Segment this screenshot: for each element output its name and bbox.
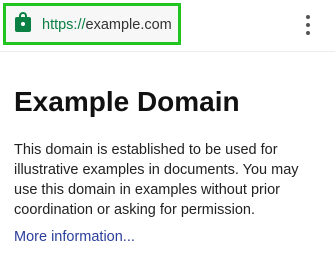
lock-icon[interactable] — [15, 12, 31, 32]
url-bar[interactable]: https://example.com — [3, 3, 181, 45]
url-scheme: https:// — [42, 17, 86, 33]
description-line: This domain is established to be used fo… — [14, 142, 278, 158]
more-information-link[interactable]: More information... — [14, 227, 135, 247]
url-host: example.com — [85, 17, 172, 33]
description-line: use this domain in examples without prio… — [14, 182, 280, 198]
description-line: illustrative examples in documents. You … — [14, 162, 299, 178]
page-title: Example Domain — [14, 86, 240, 117]
url-text[interactable]: https://example.com — [42, 16, 172, 34]
more-vert-icon[interactable] — [300, 12, 316, 38]
browser-toolbar: https://example.com — [0, 0, 335, 52]
description-line: coordination or asking for permission. — [14, 202, 255, 218]
page-description: This domain is established to be used fo… — [14, 140, 329, 220]
